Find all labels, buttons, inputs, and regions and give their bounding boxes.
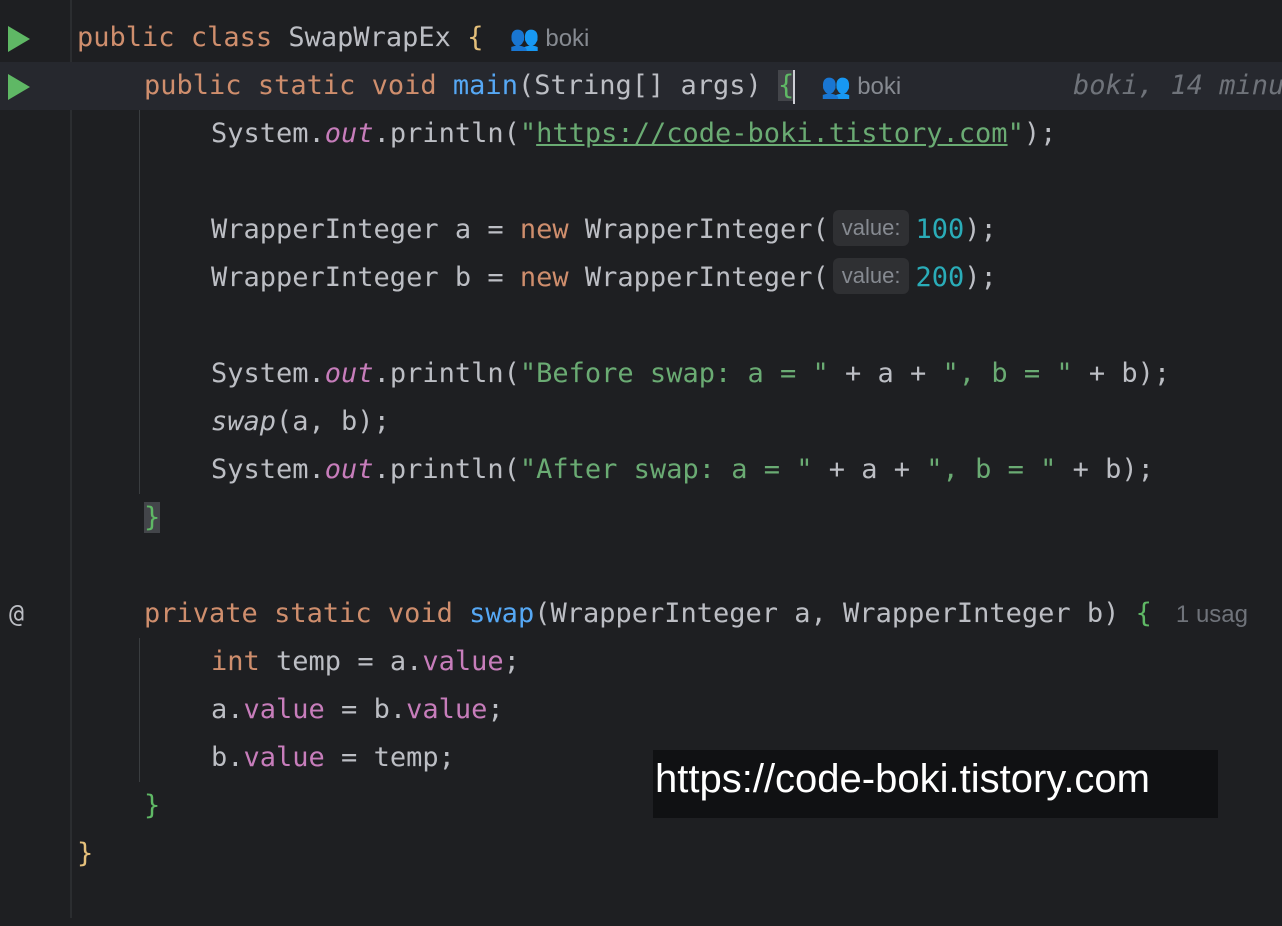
code-line-main-decl[interactable]: public static void main(String[] args) {… bbox=[0, 62, 1282, 110]
code-line[interactable]: WrapperInteger a = new WrapperInteger(va… bbox=[0, 206, 1282, 254]
code-line[interactable]: System.out.println("After swap: a = " + … bbox=[0, 446, 1282, 494]
author-inlay[interactable]: 👥 boki bbox=[509, 25, 589, 52]
people-icon: 👥 bbox=[509, 25, 540, 52]
parameter-hint: value: bbox=[832, 257, 910, 294]
text-caret bbox=[793, 69, 796, 104]
code-line[interactable]: swap(a, b); bbox=[0, 398, 1282, 446]
author-inlay[interactable]: 👥 boki bbox=[821, 73, 901, 100]
code-line[interactable]: } bbox=[0, 830, 1282, 878]
code-line-class-decl[interactable]: public class SwapWrapEx {👥 boki bbox=[0, 14, 1282, 62]
code-line[interactable]: int temp = a.value; bbox=[0, 638, 1282, 686]
url-link[interactable]: https://code-boki.tistory.com bbox=[536, 118, 1007, 149]
people-icon: 👥 bbox=[821, 73, 852, 100]
run-triangle-icon[interactable] bbox=[8, 74, 30, 100]
code-line[interactable]: WrapperInteger b = new WrapperInteger(va… bbox=[0, 254, 1282, 302]
code-line[interactable]: } bbox=[0, 494, 1282, 542]
parameter-hint: value: bbox=[832, 209, 910, 246]
watermark: https://code-boki.tistory.com bbox=[653, 750, 1218, 818]
run-triangle-icon[interactable] bbox=[8, 26, 30, 52]
git-blame-annotation: boki, 14 minu bbox=[1073, 70, 1282, 101]
code-line-swap-decl[interactable]: @ private static void swap(WrapperIntege… bbox=[0, 590, 1282, 638]
code-line[interactable]: System.out.println("Before swap: a = " +… bbox=[0, 350, 1282, 398]
code-line[interactable]: a.value = b.value; bbox=[0, 686, 1282, 734]
usage-count-hint[interactable]: 1 usag bbox=[1176, 601, 1248, 628]
code-line[interactable]: System.out.println("https://code-boki.ti… bbox=[0, 110, 1282, 158]
at-annotation-icon[interactable]: @ bbox=[9, 590, 24, 638]
